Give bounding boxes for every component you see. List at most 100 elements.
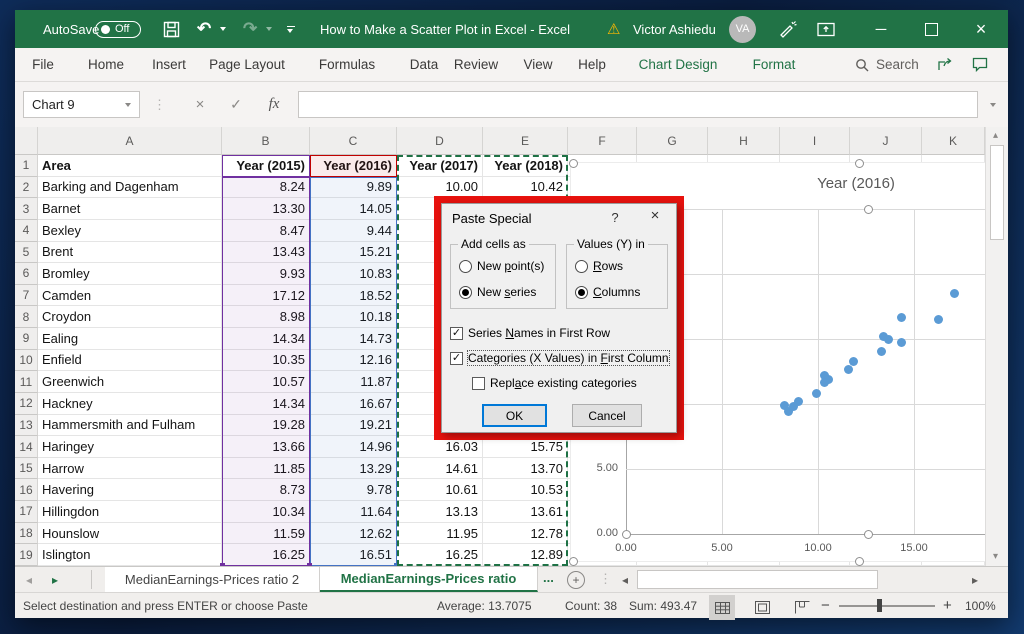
checkbox-categories-x-values-in-first-column[interactable]: ✓ Categories (X Values) in First Column <box>450 350 670 366</box>
row-header-11[interactable]: 11 <box>15 371 38 393</box>
chart-selection-handle[interactable] <box>854 158 864 168</box>
row-header-6[interactable]: 6 <box>15 263 38 285</box>
chart-selection-handle[interactable] <box>568 158 578 168</box>
row-header-1[interactable]: 1 <box>15 155 38 177</box>
column-header-F[interactable]: F <box>568 127 637 155</box>
page-layout-view-button[interactable] <box>749 595 775 620</box>
tab-insert[interactable]: Insert <box>152 48 186 81</box>
row-header-5[interactable]: 5 <box>15 241 38 264</box>
column-header-H[interactable]: H <box>708 127 780 155</box>
row-header-9[interactable]: 9 <box>15 328 38 350</box>
tab-data[interactable]: Data <box>410 48 439 81</box>
dialog-help-button[interactable]: ? <box>605 210 625 225</box>
row-header-4[interactable]: 4 <box>15 219 38 242</box>
column-header-C[interactable]: C <box>310 127 397 155</box>
row-header-12[interactable]: 12 <box>15 392 38 415</box>
tab-chart-design[interactable]: Chart Design <box>639 48 718 81</box>
search-box[interactable]: Search <box>855 48 919 81</box>
tab-help[interactable]: Help <box>578 48 606 81</box>
column-header-B[interactable]: B <box>222 127 310 155</box>
enter-entry-button[interactable]: ✓ <box>223 91 249 118</box>
tab-formulas[interactable]: Formulas <box>319 48 375 81</box>
comments-button[interactable] <box>972 48 988 81</box>
row-header-15[interactable]: 15 <box>15 457 38 480</box>
sheet-nav-left-icon[interactable]: ◂ <box>19 567 39 592</box>
row-header-16[interactable]: 16 <box>15 479 38 502</box>
range-handle[interactable] <box>307 562 312 566</box>
row-header-18[interactable]: 18 <box>15 522 38 545</box>
tab-format[interactable]: Format <box>753 48 796 81</box>
chart-selection-handle[interactable] <box>863 529 873 539</box>
checkbox-series-names-in-first-row[interactable]: ✓ Series Names in First Row <box>450 326 610 340</box>
chart-title[interactable]: Year (2016) <box>756 175 956 192</box>
column-header-E[interactable]: E <box>483 127 568 155</box>
formula-input[interactable] <box>298 91 978 118</box>
vertical-scrollbar[interactable]: ▴ ▾ <box>985 127 1008 566</box>
column-header-A[interactable]: A <box>38 127 222 155</box>
row-header-14[interactable]: 14 <box>15 436 38 458</box>
cell[interactable]: Barnet <box>38 198 222 220</box>
zoom-slider-thumb[interactable] <box>877 599 882 612</box>
vertical-scroll-thumb[interactable] <box>990 145 1004 240</box>
ok-button[interactable]: OK <box>482 404 547 427</box>
row-header-2[interactable]: 2 <box>15 176 38 199</box>
zoom-out-button[interactable]: − <box>821 593 830 618</box>
tab-review[interactable]: Review <box>454 48 498 81</box>
radio-new-point-s-[interactable]: New point(s) <box>459 259 544 273</box>
maximize-button[interactable] <box>910 10 952 48</box>
chart-selection-handle[interactable] <box>621 529 631 539</box>
autosave-toggle[interactable]: Off <box>95 10 141 48</box>
close-button[interactable]: × <box>960 10 1002 48</box>
expand-formula-bar-button[interactable] <box>983 91 1003 118</box>
column-header-G[interactable]: G <box>637 127 708 155</box>
row-header-8[interactable]: 8 <box>15 306 38 329</box>
page-break-preview-button[interactable] <box>789 595 815 620</box>
sheet-tab-2[interactable]: MedianEarnings-Prices ratio <box>320 567 538 592</box>
minimize-button[interactable]: ─ <box>860 10 902 48</box>
redo-dropdown[interactable] <box>266 10 272 48</box>
radio-columns[interactable]: Columns <box>575 285 640 299</box>
row-header-7[interactable]: 7 <box>15 284 38 307</box>
cell[interactable]: Havering <box>38 479 222 502</box>
radio-new-series[interactable]: New series <box>459 285 536 299</box>
cell[interactable]: Hounslow <box>38 522 222 545</box>
chart-selection-handle[interactable] <box>854 556 864 566</box>
cell[interactable]: Hammersmith and Fulham <box>38 414 222 437</box>
tab-page-layout[interactable]: Page Layout <box>209 48 285 81</box>
row-header-13[interactable]: 13 <box>15 414 38 437</box>
sheet-nav-right-icon[interactable]: ▸ <box>45 567 65 592</box>
column-header-J[interactable]: J <box>850 127 922 155</box>
cancel-button[interactable]: Cancel <box>572 404 642 427</box>
save-button[interactable] <box>163 10 180 48</box>
radio-rows[interactable]: Rows <box>575 259 623 273</box>
cell[interactable]: Hackney <box>38 392 222 415</box>
scroll-up-icon[interactable]: ▴ <box>993 130 998 141</box>
cell[interactable]: Enfield <box>38 349 222 372</box>
scroll-down-icon[interactable]: ▾ <box>993 551 998 562</box>
cell[interactable]: Haringey <box>38 436 222 458</box>
cell[interactable]: Brent <box>38 241 222 264</box>
cell[interactable]: Bexley <box>38 219 222 242</box>
cell[interactable]: Islington <box>38 544 222 566</box>
redo-button[interactable]: ↷ <box>243 10 257 48</box>
cell[interactable]: Greenwich <box>38 371 222 393</box>
cell[interactable]: Camden <box>38 284 222 307</box>
name-box[interactable]: Chart 9 <box>23 91 140 118</box>
cell[interactable]: Barking and Dagenham <box>38 176 222 199</box>
horizontal-scroll-thumb[interactable] <box>637 570 878 589</box>
account-name[interactable]: Victor Ashiedu <box>633 10 716 48</box>
tab-file[interactable]: File <box>32 48 54 81</box>
chart-selection-handle[interactable] <box>863 204 873 214</box>
ribbon-display-options-button[interactable] <box>817 10 835 48</box>
undo-dropdown[interactable] <box>220 10 226 48</box>
sheet-tab-overflow[interactable]: ... <box>543 570 554 585</box>
zoom-in-button[interactable]: + <box>943 593 952 618</box>
hscroll-left-icon[interactable]: ◂ <box>615 567 635 592</box>
cell[interactable]: Area <box>38 155 222 177</box>
customize-qat-button[interactable] <box>287 10 295 48</box>
warning-icon[interactable]: ⚠ <box>607 10 620 48</box>
cancel-entry-button[interactable]: × <box>187 91 213 118</box>
row-header-10[interactable]: 10 <box>15 349 38 372</box>
cell[interactable]: Bromley <box>38 263 222 285</box>
share-button[interactable] <box>937 48 954 81</box>
